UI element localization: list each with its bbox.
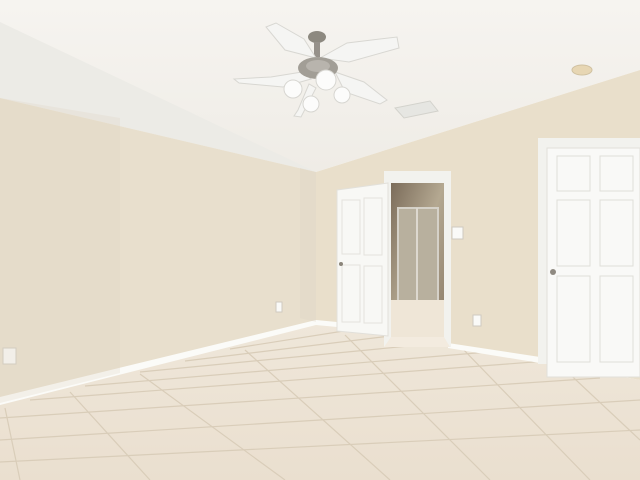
light-switch-icon[interactable]: [451, 226, 464, 240]
closet-door[interactable]: [546, 147, 640, 378]
bathroom-floor: [391, 300, 444, 337]
smoke-detector-icon: [571, 64, 593, 76]
door-knob-icon[interactable]: [339, 262, 343, 266]
wall-shadow: [0, 98, 120, 403]
bathroom-doorway-floor: [384, 337, 450, 347]
door-knob-icon[interactable]: [550, 269, 556, 275]
corner-shadow: [300, 168, 316, 322]
outlet-icon: [472, 314, 482, 327]
room-scene: [0, 0, 640, 480]
outlet-icon: [275, 301, 283, 313]
door-icon[interactable]: [336, 182, 389, 337]
